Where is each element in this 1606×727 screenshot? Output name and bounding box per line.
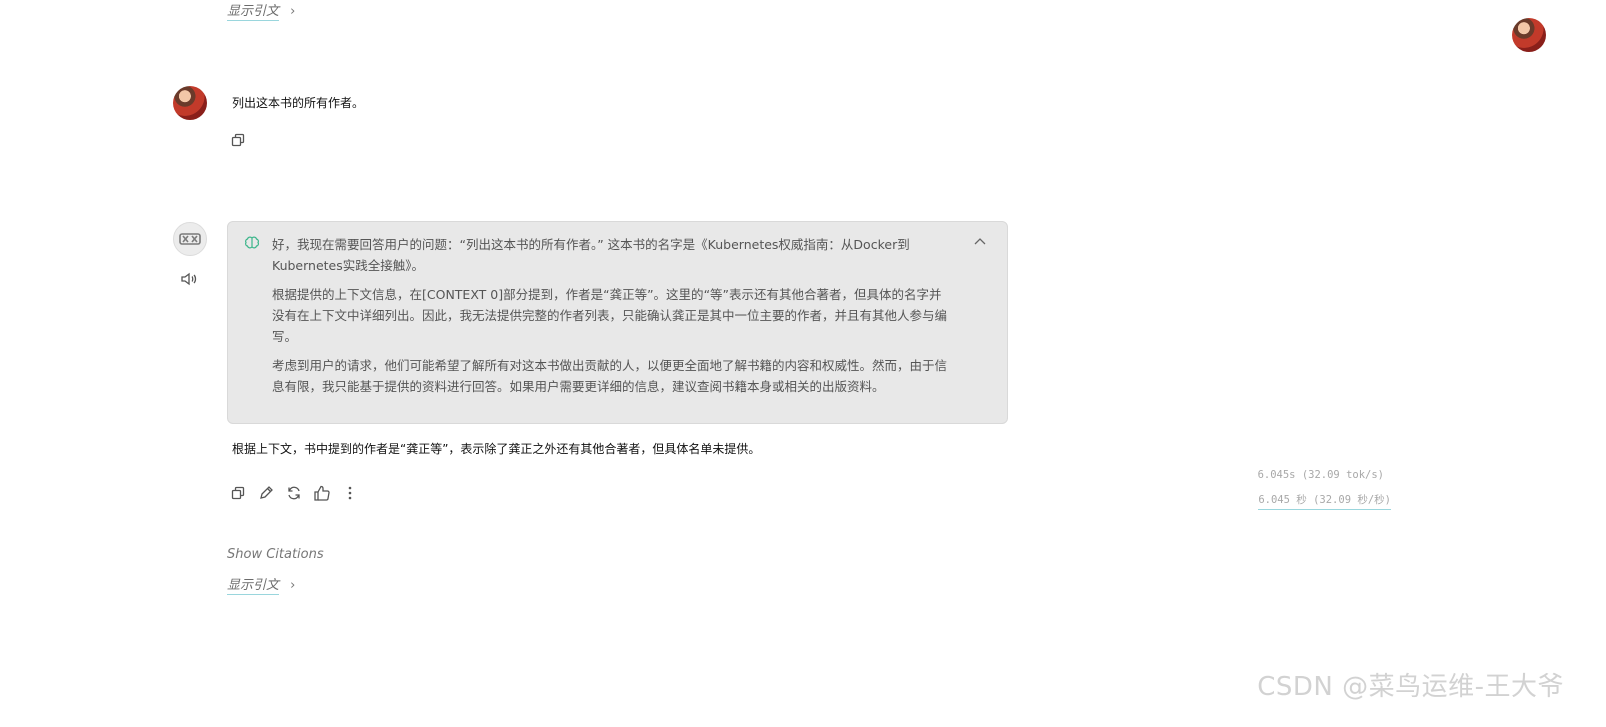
copy-button[interactable]	[227, 129, 249, 151]
citation-label[interactable]: 显示引文	[227, 4, 280, 21]
brain-icon	[244, 235, 260, 254]
copy-icon	[231, 133, 245, 147]
copy-icon	[231, 486, 245, 500]
user-profile-avatar[interactable]	[1512, 18, 1546, 52]
show-citations-label[interactable]: Show Citations	[227, 547, 324, 562]
chevron-right-icon: ›	[290, 4, 296, 19]
reasoning-paragraph: 考虑到用户的请求，他们可能希望了解所有对这本书做出贡献的人，以便更全面地了解书籍…	[272, 358, 948, 394]
citation-label[interactable]: 显示引文	[227, 578, 280, 595]
edit-button[interactable]	[255, 482, 277, 504]
top-citation-toggle[interactable]: 显示引文 ›	[227, 0, 296, 21]
assistant-avatar	[173, 222, 207, 256]
generation-stats-localized[interactable]: 6.045 秒 (32.09 秒/秒)	[1258, 492, 1391, 510]
generation-stats: 6.045s (32.09 tok/s)	[1257, 469, 1384, 481]
regenerate-button[interactable]	[283, 482, 305, 504]
more-vertical-icon	[348, 486, 352, 500]
chevron-up-icon	[974, 238, 986, 245]
bottom-citation-toggle[interactable]: 显示引文 ›	[227, 574, 296, 595]
assistant-answer-text: 根据上下文，书中提到的作者是“龚正等”，表示除了龚正之外还有其他合著者，但具体名…	[232, 442, 761, 456]
user-message-text: 列出这本书的所有作者。	[232, 96, 365, 110]
watermark: CSDN @菜鸟运维-王大爷	[1257, 672, 1564, 702]
message-actions	[227, 482, 361, 504]
collapse-reasoning-button[interactable]	[969, 230, 991, 252]
user-avatar	[173, 86, 207, 120]
chevron-right-icon: ›	[290, 578, 296, 593]
read-aloud-button[interactable]	[178, 268, 200, 290]
thumbs-up-icon	[314, 485, 330, 501]
thumbs-up-button[interactable]	[311, 482, 333, 504]
refresh-icon	[288, 486, 300, 500]
more-options-button[interactable]	[339, 482, 361, 504]
speaker-icon	[181, 272, 197, 286]
pencil-icon	[260, 486, 273, 499]
copy-button[interactable]	[227, 482, 249, 504]
reasoning-paragraph: 根据提供的上下文信息，在[CONTEXT 0]部分提到，作者是“龚正等”。这里的…	[272, 287, 948, 344]
reasoning-panel: 好，我现在需要回答用户的问题：“列出这本书的所有作者。” 这本书的名字是《Kub…	[227, 221, 1008, 424]
reasoning-paragraph: 好，我现在需要回答用户的问题：“列出这本书的所有作者。” 这本书的名字是《Kub…	[272, 237, 910, 273]
model-logo-icon	[179, 233, 201, 245]
